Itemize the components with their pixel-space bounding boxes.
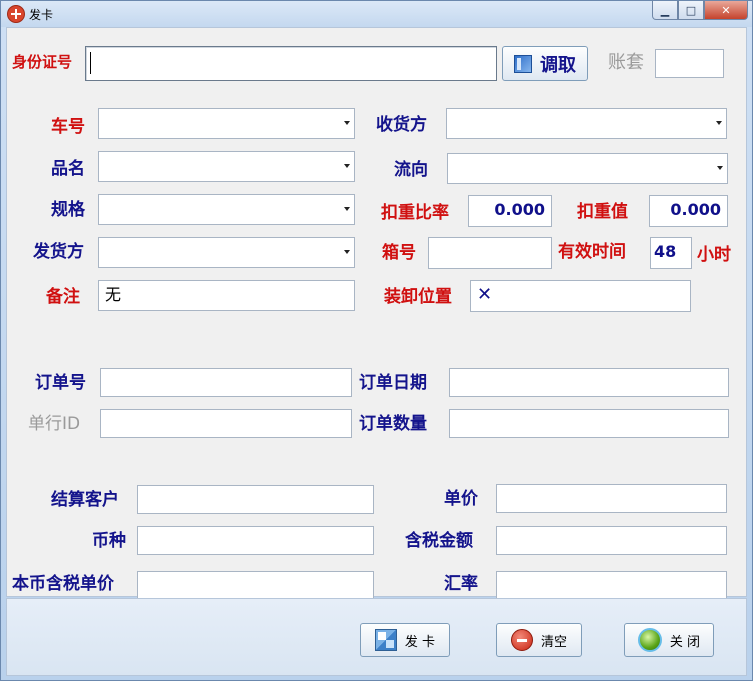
order-no-label: 订单号 bbox=[35, 373, 86, 393]
vehicle-no-combo[interactable] bbox=[98, 108, 355, 139]
tax-amount-label: 含税金额 bbox=[405, 531, 473, 551]
exchange-rate-label: 汇率 bbox=[444, 574, 478, 594]
exchange-rate-input[interactable] bbox=[496, 571, 727, 599]
fetch-button[interactable]: 调取 bbox=[502, 46, 588, 81]
local-tax-price-input[interactable] bbox=[137, 571, 374, 599]
issue-card-button[interactable]: 发 卡 bbox=[360, 623, 450, 657]
text-caret bbox=[90, 52, 91, 74]
remark-label: 备注 bbox=[46, 287, 80, 307]
remark-input[interactable]: 无 bbox=[98, 280, 355, 311]
order-qty-label: 订单数量 bbox=[359, 414, 427, 434]
app-icon bbox=[7, 5, 25, 23]
order-date-input[interactable] bbox=[449, 368, 729, 397]
product-name-label: 品名 bbox=[51, 159, 85, 179]
minimize-icon[interactable]: ▁ bbox=[652, 1, 678, 20]
order-qty-input[interactable] bbox=[449, 409, 729, 438]
shipper-combo[interactable] bbox=[98, 237, 355, 268]
box-no-input[interactable] bbox=[428, 237, 552, 269]
order-date-label: 订单日期 bbox=[359, 373, 427, 393]
shipper-label: 发货方 bbox=[33, 242, 84, 262]
line-id-label: 单行ID bbox=[28, 414, 81, 434]
unit-price-label: 单价 bbox=[444, 489, 478, 509]
fetch-button-label: 调取 bbox=[540, 54, 576, 76]
window: 发卡 ▁ □ ✕ 身份证号 调取 账套 车号 收货方 品名 流向 规格 扣重比率 bbox=[0, 0, 753, 681]
account-set-input[interactable] bbox=[655, 49, 724, 78]
title-bar[interactable]: 发卡 ▁ □ ✕ bbox=[1, 1, 752, 27]
maximize-icon[interactable]: □ bbox=[678, 1, 704, 20]
settlement-customer-label: 结算客户 bbox=[51, 490, 119, 510]
clear-button[interactable]: 清空 bbox=[496, 623, 582, 657]
valid-time-unit: 小时 bbox=[697, 245, 731, 265]
issue-card-label: 发 卡 bbox=[404, 634, 436, 650]
window-title: 发卡 bbox=[29, 8, 54, 22]
product-name-combo[interactable] bbox=[98, 151, 355, 182]
id-card-input[interactable] bbox=[85, 46, 497, 81]
specification-combo[interactable] bbox=[98, 194, 355, 225]
button-bar: 发 卡 清空 关 闭 bbox=[6, 598, 747, 676]
unit-price-input[interactable] bbox=[496, 484, 727, 513]
currency-label: 币种 bbox=[92, 531, 126, 551]
close-button[interactable]: 关 闭 bbox=[624, 623, 714, 657]
deduction-ratio-label: 扣重比率 bbox=[381, 203, 449, 223]
consignee-label: 收货方 bbox=[376, 115, 427, 135]
unload-location-label: 装卸位置 bbox=[384, 287, 452, 307]
book-icon bbox=[514, 54, 532, 73]
flow-direction-label: 流向 bbox=[394, 160, 428, 180]
settlement-customer-input[interactable] bbox=[137, 485, 374, 514]
flow-direction-combo[interactable] bbox=[447, 153, 728, 184]
close-icon[interactable]: ✕ bbox=[704, 1, 748, 20]
line-id-input[interactable] bbox=[100, 409, 352, 438]
specification-label: 规格 bbox=[51, 200, 85, 220]
card-icon bbox=[374, 629, 397, 651]
vehicle-no-label: 车号 bbox=[51, 117, 85, 137]
stop-icon bbox=[510, 629, 533, 651]
id-card-label: 身份证号 bbox=[12, 53, 73, 71]
window-controls: ▁ □ ✕ bbox=[652, 1, 748, 20]
order-no-input[interactable] bbox=[100, 368, 352, 397]
clear-label: 清空 bbox=[540, 634, 567, 650]
exit-icon bbox=[637, 628, 662, 652]
deduction-ratio-input[interactable]: 0.000 bbox=[468, 195, 552, 227]
account-set-label: 账套 bbox=[608, 52, 644, 73]
box-no-label: 箱号 bbox=[382, 243, 416, 263]
unload-location-input[interactable]: ✕ bbox=[470, 280, 691, 312]
tax-amount-input[interactable] bbox=[496, 526, 727, 555]
close-label: 关 闭 bbox=[669, 634, 701, 650]
form-panel: 身份证号 调取 账套 车号 收货方 品名 流向 规格 扣重比率 0.000 扣重… bbox=[6, 27, 747, 599]
consignee-combo[interactable] bbox=[446, 108, 727, 139]
valid-time-label: 有效时间 bbox=[558, 242, 626, 262]
valid-time-input[interactable]: 48 bbox=[650, 237, 692, 269]
currency-input[interactable] bbox=[137, 526, 374, 555]
deduction-value-input[interactable]: 0.000 bbox=[649, 195, 728, 227]
deduction-value-label: 扣重值 bbox=[577, 202, 628, 222]
local-tax-price-label: 本币含税单价 bbox=[12, 574, 114, 594]
